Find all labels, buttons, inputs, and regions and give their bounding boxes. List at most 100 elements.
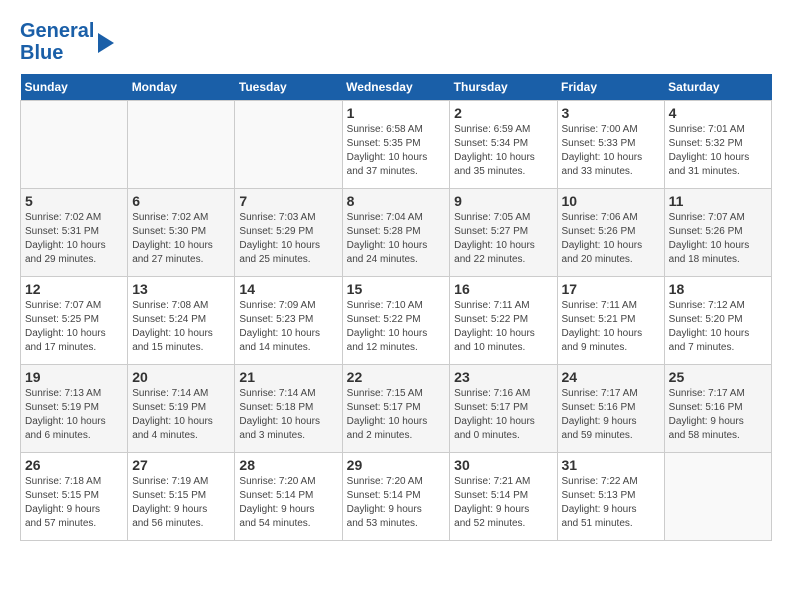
day-number: 11 <box>669 193 767 209</box>
calendar-cell: 9 Sunrise: 7:05 AMSunset: 5:27 PMDaylight… <box>450 189 557 277</box>
day-info: Sunrise: 7:20 AMSunset: 5:14 PMDaylight:… <box>347 475 446 531</box>
calendar-cell: 28Sunrise: 7:20 AMSunset: 5:14 PMDayligh… <box>235 453 342 541</box>
day-number: 14 <box>239 281 337 297</box>
calendar-cell: 23Sunrise: 7:16 AMSunset: 5:17 PMDayligh… <box>450 365 557 453</box>
calendar-cell: 7 Sunrise: 7:03 AMSunset: 5:29 PMDaylight… <box>235 189 342 277</box>
day-number: 18 <box>669 281 767 297</box>
header-friday: Friday <box>557 74 664 101</box>
day-info: Sunrise: 7:02 AMSunset: 5:31 PMDaylight:… <box>25 211 123 267</box>
header-thursday: Thursday <box>450 74 557 101</box>
day-number: 9 <box>454 193 552 209</box>
day-number: 21 <box>239 369 337 385</box>
calendar-cell: 14 Sunrise: 7:09 AMSunset: 5:23 PMDayligh… <box>235 277 342 365</box>
day-info: Sunrise: 7:00 AMSunset: 5:33 PMDaylight:… <box>562 123 660 179</box>
day-info: Sunrise: 7:09 AMSunset: 5:23 PMDaylight:… <box>239 299 337 355</box>
day-info: Sunrise: 7:06 AMSunset: 5:26 PMDaylight:… <box>562 211 660 267</box>
day-number: 5 <box>25 193 123 209</box>
day-info: Sunrise: 7:07 AMSunset: 5:25 PMDaylight:… <box>25 299 123 355</box>
calendar-cell: 11Sunrise: 7:07 AMSunset: 5:26 PMDayligh… <box>664 189 771 277</box>
day-info: Sunrise: 7:18 AMSunset: 5:15 PMDaylight:… <box>25 475 123 531</box>
day-info: Sunrise: 7:11 AMSunset: 5:22 PMDaylight:… <box>454 299 552 355</box>
day-info: Sunrise: 7:05 AMSunset: 5:27 PMDaylight:… <box>454 211 552 267</box>
day-info: Sunrise: 7:14 AMSunset: 5:18 PMDaylight:… <box>239 387 337 443</box>
day-info: Sunrise: 7:12 AMSunset: 5:20 PMDaylight:… <box>669 299 767 355</box>
calendar-week-row: 12 Sunrise: 7:07 AMSunset: 5:25 PMDayligh… <box>21 277 772 365</box>
day-info: Sunrise: 7:16 AMSunset: 5:17 PMDaylight:… <box>454 387 552 443</box>
day-number: 31 <box>562 457 660 473</box>
calendar-cell <box>128 101 235 189</box>
calendar-cell <box>235 101 342 189</box>
day-info: Sunrise: 7:01 AMSunset: 5:32 PMDaylight:… <box>669 123 767 179</box>
calendar-week-row: 26 Sunrise: 7:18 AMSunset: 5:15 PMDayligh… <box>21 453 772 541</box>
day-info: Sunrise: 7:11 AMSunset: 5:21 PMDaylight:… <box>562 299 660 355</box>
day-number: 2 <box>454 105 552 121</box>
day-number: 4 <box>669 105 767 121</box>
day-info: Sunrise: 7:02 AMSunset: 5:30 PMDaylight:… <box>132 211 230 267</box>
day-number: 7 <box>239 193 337 209</box>
day-number: 26 <box>25 457 123 473</box>
day-info: Sunrise: 7:22 AMSunset: 5:13 PMDaylight:… <box>562 475 660 531</box>
day-info: Sunrise: 7:10 AMSunset: 5:22 PMDaylight:… <box>347 299 446 355</box>
day-info: Sunrise: 7:08 AMSunset: 5:24 PMDaylight:… <box>132 299 230 355</box>
calendar-table: SundayMondayTuesdayWednesdayThursdayFrid… <box>20 74 772 541</box>
calendar-cell: 2Sunrise: 6:59 AMSunset: 5:34 PMDaylight… <box>450 101 557 189</box>
header-sunday: Sunday <box>21 74 128 101</box>
calendar-cell: 3Sunrise: 7:00 AMSunset: 5:33 PMDaylight… <box>557 101 664 189</box>
day-info: Sunrise: 7:15 AMSunset: 5:17 PMDaylight:… <box>347 387 446 443</box>
calendar-header-row: SundayMondayTuesdayWednesdayThursdayFrid… <box>21 74 772 101</box>
calendar-cell: 26 Sunrise: 7:18 AMSunset: 5:15 PMDayligh… <box>21 453 128 541</box>
day-info: Sunrise: 7:03 AMSunset: 5:29 PMDaylight:… <box>239 211 337 267</box>
day-info: Sunrise: 7:17 AMSunset: 5:16 PMDaylight:… <box>669 387 767 443</box>
calendar-cell: 22 Sunrise: 7:15 AMSunset: 5:17 PMDayligh… <box>342 365 450 453</box>
calendar-cell: 1 Sunrise: 6:58 AMSunset: 5:35 PMDaylight… <box>342 101 450 189</box>
calendar-week-row: 1 Sunrise: 6:58 AMSunset: 5:35 PMDaylight… <box>21 101 772 189</box>
day-number: 27 <box>132 457 230 473</box>
day-number: 29 <box>347 457 446 473</box>
day-number: 6 <box>132 193 230 209</box>
calendar-cell: 4 Sunrise: 7:01 AMSunset: 5:32 PMDaylight… <box>664 101 771 189</box>
calendar-cell: 6 Sunrise: 7:02 AMSunset: 5:30 PMDaylight… <box>128 189 235 277</box>
logo-general: General <box>20 20 94 42</box>
day-number: 10 <box>562 193 660 209</box>
logo-blue: Blue <box>20 42 63 64</box>
calendar-cell: 19 Sunrise: 7:13 AMSunset: 5:19 PMDayligh… <box>21 365 128 453</box>
calendar-week-row: 5 Sunrise: 7:02 AMSunset: 5:31 PMDaylight… <box>21 189 772 277</box>
day-number: 30 <box>454 457 552 473</box>
day-info: Sunrise: 7:21 AMSunset: 5:14 PMDaylight:… <box>454 475 552 531</box>
day-info: Sunrise: 6:58 AMSunset: 5:35 PMDaylight:… <box>347 123 446 179</box>
day-info: Sunrise: 7:13 AMSunset: 5:19 PMDaylight:… <box>25 387 123 443</box>
calendar-cell: 16 Sunrise: 7:11 AMSunset: 5:22 PMDayligh… <box>450 277 557 365</box>
header-saturday: Saturday <box>664 74 771 101</box>
calendar-cell <box>664 453 771 541</box>
calendar-cell: 10 Sunrise: 7:06 AMSunset: 5:26 PMDayligh… <box>557 189 664 277</box>
day-number: 25 <box>669 369 767 385</box>
day-number: 22 <box>347 369 446 385</box>
day-info: Sunrise: 7:14 AMSunset: 5:19 PMDaylight:… <box>132 387 230 443</box>
logo-arrow-icon <box>98 33 114 53</box>
day-number: 28 <box>239 457 337 473</box>
day-number: 15 <box>347 281 446 297</box>
calendar-cell: 21 Sunrise: 7:14 AMSunset: 5:18 PMDayligh… <box>235 365 342 453</box>
header-tuesday: Tuesday <box>235 74 342 101</box>
calendar-cell: 25 Sunrise: 7:17 AMSunset: 5:16 PMDayligh… <box>664 365 771 453</box>
calendar-cell: 5 Sunrise: 7:02 AMSunset: 5:31 PMDaylight… <box>21 189 128 277</box>
header-wednesday: Wednesday <box>342 74 450 101</box>
header-monday: Monday <box>128 74 235 101</box>
calendar-week-row: 19 Sunrise: 7:13 AMSunset: 5:19 PMDayligh… <box>21 365 772 453</box>
calendar-cell <box>21 101 128 189</box>
day-number: 12 <box>25 281 123 297</box>
day-number: 16 <box>454 281 552 297</box>
calendar-cell: 30 Sunrise: 7:21 AMSunset: 5:14 PMDayligh… <box>450 453 557 541</box>
calendar-cell: 13Sunrise: 7:08 AMSunset: 5:24 PMDayligh… <box>128 277 235 365</box>
day-info: Sunrise: 7:04 AMSunset: 5:28 PMDaylight:… <box>347 211 446 267</box>
day-info: Sunrise: 7:19 AMSunset: 5:15 PMDaylight:… <box>132 475 230 531</box>
day-number: 1 <box>347 105 446 121</box>
day-number: 20 <box>132 369 230 385</box>
day-number: 19 <box>25 369 123 385</box>
calendar-cell: 20 Sunrise: 7:14 AMSunset: 5:19 PMDayligh… <box>128 365 235 453</box>
calendar-cell: 18 Sunrise: 7:12 AMSunset: 5:20 PMDayligh… <box>664 277 771 365</box>
day-info: Sunrise: 7:17 AMSunset: 5:16 PMDaylight:… <box>562 387 660 443</box>
page-header: General Blue <box>20 20 772 64</box>
calendar-cell: 17Sunrise: 7:11 AMSunset: 5:21 PMDayligh… <box>557 277 664 365</box>
logo-text: General Blue <box>20 20 94 64</box>
